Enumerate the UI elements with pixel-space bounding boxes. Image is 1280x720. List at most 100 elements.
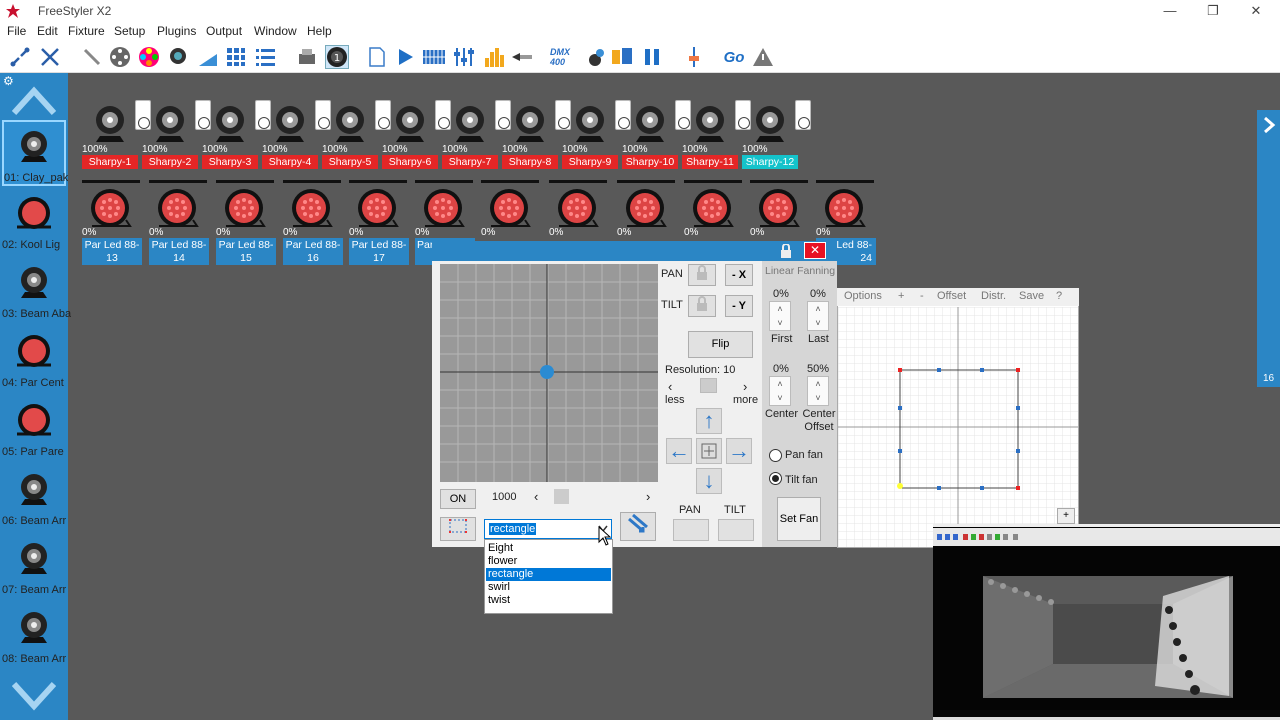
menu-edit[interactable]: Edit <box>37 24 58 38</box>
arrow-down-button[interactable]: ↓ <box>696 468 722 494</box>
select-area-button[interactable] <box>440 517 476 541</box>
sidebar-item-3[interactable]: 03: Beam Aba <box>2 258 71 324</box>
smoke-icon[interactable] <box>585 45 609 69</box>
minus-y-button[interactable]: - Y <box>725 295 753 317</box>
fixture-sharpy-5[interactable]: 100% Sharpy-5 <box>322 100 391 172</box>
speed-decrease-arrow[interactable]: ‹ <box>534 489 538 504</box>
shape-select[interactable]: rectangle <box>484 519 612 539</box>
menu-window[interactable]: Window <box>254 24 297 38</box>
bar-chart-icon[interactable] <box>482 45 506 69</box>
faders-icon[interactable] <box>452 45 476 69</box>
fixture-sharpy-8[interactable]: 100% Sharpy-8 <box>502 100 571 172</box>
menu-plugins[interactable]: Plugins <box>157 24 196 38</box>
fixture-par-led-16[interactable]: 0% Par Led 88-16 <box>283 180 345 266</box>
xy-pad[interactable] <box>440 264 658 482</box>
grid-icon[interactable] <box>224 45 248 69</box>
list-icon[interactable] <box>254 45 278 69</box>
close-button[interactable]: ✕ <box>1241 2 1271 20</box>
shape-option-rectangle[interactable]: rectangle <box>486 568 611 581</box>
sidebar-item-1[interactable]: 01: Clay_pak <box>2 120 68 186</box>
play-icon[interactable] <box>393 45 417 69</box>
speed-slider[interactable] <box>554 489 569 504</box>
fixture-sharpy-10[interactable]: 100% Sharpy-10 <box>622 100 691 172</box>
wand-icon[interactable] <box>80 45 104 69</box>
sidebar-item-4[interactable]: 04: Par Cent <box>2 327 66 393</box>
fan-menu-offset[interactable]: Offset <box>937 290 966 302</box>
fixture-sharpy-2[interactable]: 100% Sharpy-2 <box>142 100 211 172</box>
dialog-close-button[interactable]: ✕ <box>804 242 826 259</box>
warning-icon[interactable] <box>751 45 775 69</box>
menu-setup[interactable]: Setup <box>114 24 145 38</box>
keyboard-icon[interactable] <box>422 45 446 69</box>
center-spinner[interactable]: ˄ ˅ <box>769 376 791 406</box>
new-page-icon[interactable] <box>365 45 389 69</box>
minus-x-button[interactable]: - X <box>725 264 753 286</box>
shape-option-flower[interactable]: flower <box>486 555 611 568</box>
tilt-value-field[interactable] <box>718 519 754 541</box>
fixture-sharpy-6[interactable]: 100% Sharpy-6 <box>382 100 451 172</box>
spot-icon[interactable] <box>510 45 534 69</box>
menu-output[interactable]: Output <box>206 24 242 38</box>
arrow-up-button[interactable]: ↑ <box>696 408 722 434</box>
go-button[interactable]: Go <box>720 45 748 69</box>
on-button[interactable]: ON <box>440 489 476 509</box>
master-fader-icon[interactable] <box>682 45 706 69</box>
sidebar-item-5[interactable]: 05: Par Pare <box>2 396 66 462</box>
menu-fixture[interactable]: Fixture <box>68 24 105 38</box>
fixture-sharpy-7[interactable]: 100% Sharpy-7 <box>442 100 511 172</box>
lock-icon[interactable] <box>780 244 792 258</box>
fixture-par-led-17[interactable]: 0% Par Led 88-17 <box>349 180 411 266</box>
shape-option-twist[interactable]: twist <box>486 594 611 607</box>
fan-menu-help[interactable]: ? <box>1056 290 1062 302</box>
scroll-down-icon[interactable] <box>12 680 56 714</box>
sidebar-item-8[interactable]: 08: Beam Arr <box>2 603 66 669</box>
fan-grid[interactable] <box>838 307 1078 547</box>
flip-button[interactable]: Flip <box>688 331 753 358</box>
arrow-left-button[interactable]: ← <box>666 438 692 464</box>
center-button[interactable] <box>696 438 722 464</box>
fixture-sharpy-1[interactable]: 100% Sharpy-1 <box>82 100 151 172</box>
visualizer-preview[interactable] <box>933 524 1280 720</box>
gobo-wheel-icon[interactable] <box>108 45 132 69</box>
fixture-sharpy-9[interactable]: 100% Sharpy-9 <box>562 100 631 172</box>
shape-option-swirl[interactable]: swirl <box>486 581 611 594</box>
resolution-less-arrow[interactable]: ‹ <box>668 379 672 394</box>
tilt-fan-radio[interactable] <box>769 472 782 485</box>
menu-help[interactable]: Help <box>307 24 332 38</box>
fixture-par-led-14[interactable]: 0% Par Led 88-14 <box>149 180 211 266</box>
fixture-sharpy-3[interactable]: 100% Sharpy-3 <box>202 100 271 172</box>
fan-menu-options[interactable]: Options <box>844 290 882 302</box>
pan-fan-radio[interactable] <box>769 449 782 462</box>
first-spinner[interactable]: ˄ ˅ <box>769 301 791 331</box>
fan-add-button[interactable]: + <box>1057 508 1075 524</box>
fixture-select-box[interactable] <box>795 100 811 130</box>
set-fan-button[interactable]: Set Fan <box>777 497 821 541</box>
resolution-more-arrow[interactable]: › <box>743 379 747 394</box>
sidebar-item-7[interactable]: 07: Beam Arr <box>2 534 66 600</box>
right-panel-tab[interactable]: 16 <box>1257 110 1280 387</box>
timer-icon[interactable]: 1 <box>325 45 349 69</box>
fan-menu-distr[interactable]: Distr. <box>981 290 1006 302</box>
cross-icon[interactable] <box>38 45 62 69</box>
pan-lock-button[interactable] <box>688 264 716 286</box>
fan-menu-minus[interactable]: - <box>920 290 924 302</box>
moving-head-icon[interactable] <box>166 45 190 69</box>
beam-icon[interactable] <box>196 45 220 69</box>
fixture-par-led-15[interactable]: 0% Par Led 88-15 <box>216 180 278 266</box>
color-wheel-icon[interactable] <box>137 45 161 69</box>
speed-increase-arrow[interactable]: › <box>646 489 650 504</box>
sidebar-item-2[interactable]: 02: Kool Lig <box>2 189 66 255</box>
sequence-icon[interactable] <box>610 45 634 69</box>
resolution-slider[interactable] <box>700 378 717 393</box>
printer-icon[interactable] <box>295 45 319 69</box>
pan-value-field[interactable] <box>673 519 709 541</box>
swap-button[interactable] <box>620 512 656 541</box>
fan-menu-plus[interactable]: + <box>898 290 904 302</box>
fixture-par-led-13[interactable]: 0% Par Led 88-13 <box>82 180 144 266</box>
tilt-lock-button[interactable] <box>688 295 716 317</box>
fixture-sharpy-4[interactable]: 100% Sharpy-4 <box>262 100 331 172</box>
menu-file[interactable]: File <box>7 24 26 38</box>
arrow-right-button[interactable]: → <box>726 438 752 464</box>
sidebar-item-6[interactable]: 06: Beam Arr <box>2 465 66 531</box>
restore-button[interactable]: ❐ <box>1198 2 1228 20</box>
